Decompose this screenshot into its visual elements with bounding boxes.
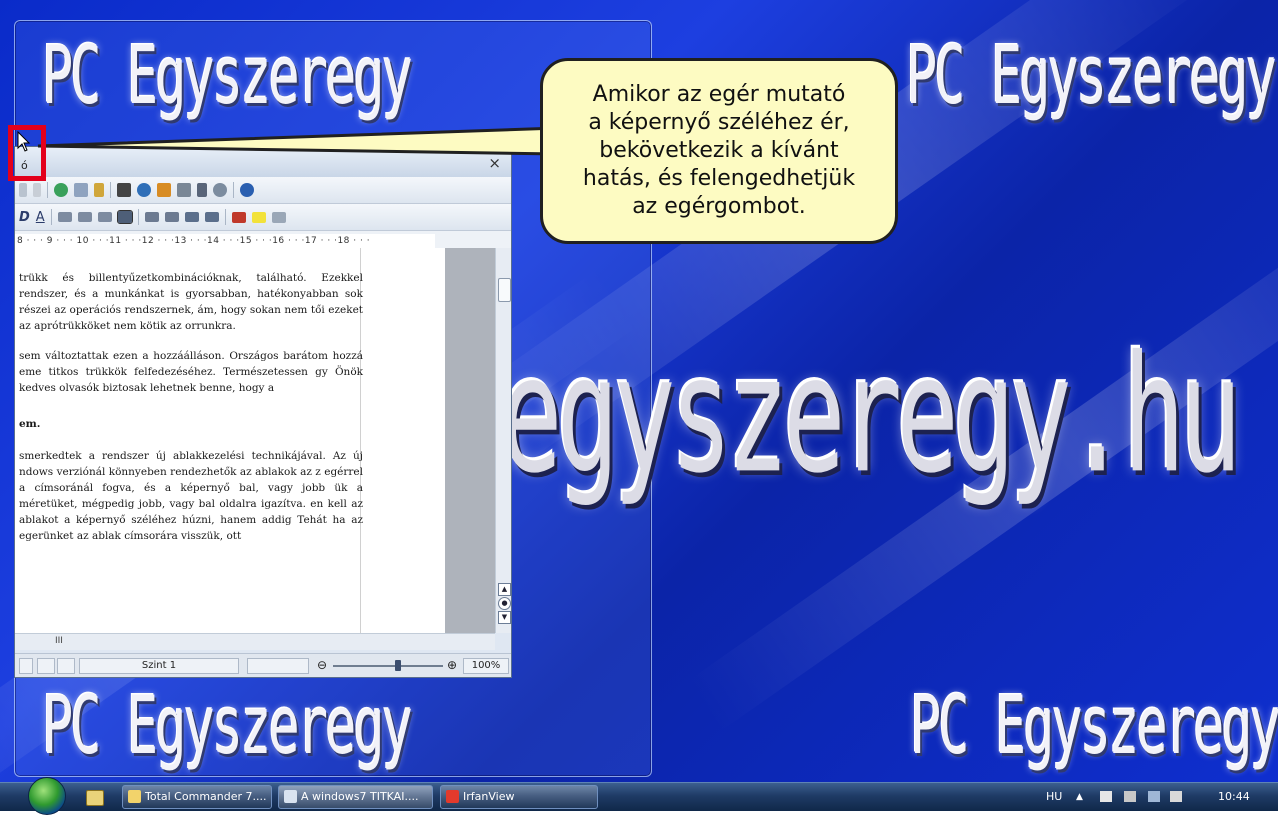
- irfanview-icon: [446, 790, 459, 803]
- callout-bubble: Amikor az egér mutató a képernyő széléhe…: [540, 58, 898, 244]
- task-windows7-document[interactable]: A windows7 TITKAI....: [278, 785, 433, 809]
- action-center-flag-icon[interactable]: [1100, 791, 1112, 802]
- writer-window[interactable]: ó × D A 8 · · · 9 · · · 10 · · ·11 · · ·…: [14, 146, 512, 678]
- writer-doc-icon: [284, 790, 297, 803]
- vertical-scrollbar[interactable]: ▲ ● ▼: [495, 248, 511, 633]
- increase-indent-icon[interactable]: [204, 212, 219, 222]
- task-total-commander[interactable]: Total Commander 7....: [122, 785, 272, 809]
- align-right-icon[interactable]: [97, 212, 112, 222]
- datasource-icon[interactable]: [177, 183, 191, 197]
- table-icon[interactable]: [74, 183, 88, 197]
- numbering-icon[interactable]: [144, 212, 159, 222]
- align-center-icon[interactable]: [77, 212, 92, 222]
- bullets-icon[interactable]: [164, 212, 179, 222]
- language-indicator[interactable]: HU: [1046, 783, 1062, 811]
- font-color-icon[interactable]: [231, 211, 246, 223]
- find-icon[interactable]: [117, 183, 131, 197]
- brand-text-bottom-right: PC Egyszeregy: [910, 680, 1278, 773]
- zoom-out-icon[interactable]: ⊖: [317, 658, 327, 672]
- help-icon[interactable]: [240, 183, 254, 197]
- hscroll-grip[interactable]: III: [55, 636, 63, 646]
- callout-text: Amikor az egér mutató a képernyő széléhe…: [582, 82, 856, 219]
- brand-text-top-right: PC Egyszeregy: [906, 30, 1277, 123]
- previous-page-icon[interactable]: ▲: [498, 583, 511, 596]
- power-icon[interactable]: [1124, 791, 1136, 802]
- volume-icon[interactable]: [1170, 791, 1182, 802]
- zoom-level[interactable]: 100%: [463, 658, 509, 674]
- underline-icon[interactable]: A: [36, 210, 45, 225]
- redo-icon[interactable]: [19, 183, 27, 197]
- background-color-icon[interactable]: [271, 211, 286, 223]
- clock[interactable]: 10:44: [1218, 783, 1250, 811]
- mouse-cursor-icon: [17, 131, 31, 152]
- formatting-toolbar: D A: [15, 204, 511, 231]
- taskbar: Total Commander 7.... A windows7 TITKAI.…: [0, 777, 1278, 815]
- ruler-labels: 8 · · · 9 · · · 10 · · ·11 · · ·12 · · ·…: [17, 236, 371, 246]
- section-heading: em.: [19, 418, 41, 430]
- standard-toolbar: [15, 177, 511, 204]
- paragraph: smerkedtek a rendszer új ablakkezelési t…: [19, 450, 363, 542]
- formatting-marks-icon[interactable]: [197, 183, 207, 197]
- zoom-icon[interactable]: [213, 183, 227, 197]
- brand-text-top-left: PC Egyszeregy: [42, 30, 413, 123]
- undo-dropdown-icon[interactable]: [33, 183, 41, 197]
- document-page[interactable]: trükk és billentyűzetkombinációknak, tal…: [15, 248, 445, 633]
- network-icon[interactable]: [1148, 791, 1160, 802]
- italic-d-icon[interactable]: D: [19, 210, 30, 225]
- gallery-icon[interactable]: [157, 183, 171, 197]
- paragraph: trükk és billentyűzetkombinációknak, tal…: [19, 272, 363, 332]
- site-url-text: egyszeregy.hu: [500, 320, 1242, 510]
- horizontal-scrollbar[interactable]: III: [15, 633, 495, 650]
- highlight-icon[interactable]: [251, 211, 266, 223]
- explorer-icon[interactable]: [86, 790, 104, 806]
- total-commander-icon: [128, 790, 141, 803]
- callout-pointer: [37, 126, 560, 156]
- outline-level: Szint 1: [79, 658, 239, 674]
- show-hidden-icons-icon[interactable]: ▲: [1076, 783, 1083, 811]
- view-layout-buttons[interactable]: [247, 658, 309, 674]
- zoom-in-icon[interactable]: ⊕: [447, 658, 457, 672]
- align-left-icon[interactable]: [57, 212, 72, 222]
- decrease-indent-icon[interactable]: [184, 212, 199, 222]
- hyperlink-icon[interactable]: [54, 183, 68, 197]
- justify-icon[interactable]: [116, 210, 133, 224]
- task-irfanview[interactable]: IrfanView: [440, 785, 598, 809]
- navigation-icon[interactable]: ●: [498, 597, 511, 610]
- next-page-icon[interactable]: ▼: [498, 611, 511, 624]
- paragraph: sem változtattak ezen a hozzáálláson. Or…: [19, 350, 363, 394]
- scroll-thumb[interactable]: [498, 278, 511, 302]
- zoom-slider[interactable]: [333, 665, 443, 667]
- document-text[interactable]: trükk és billentyűzetkombinációknak, tal…: [19, 270, 363, 558]
- document-area[interactable]: trükk és billentyűzetkombinációknak, tal…: [15, 248, 495, 633]
- start-button[interactable]: [28, 777, 66, 815]
- brand-text-bottom-left: PC Egyszeregy: [42, 680, 413, 773]
- draw-icon[interactable]: [94, 183, 104, 197]
- navigator-icon[interactable]: [137, 183, 151, 197]
- zoom-slider-knob[interactable]: [395, 660, 401, 671]
- status-bar: Szint 1 ⊖ ⊕ 100%: [15, 653, 511, 677]
